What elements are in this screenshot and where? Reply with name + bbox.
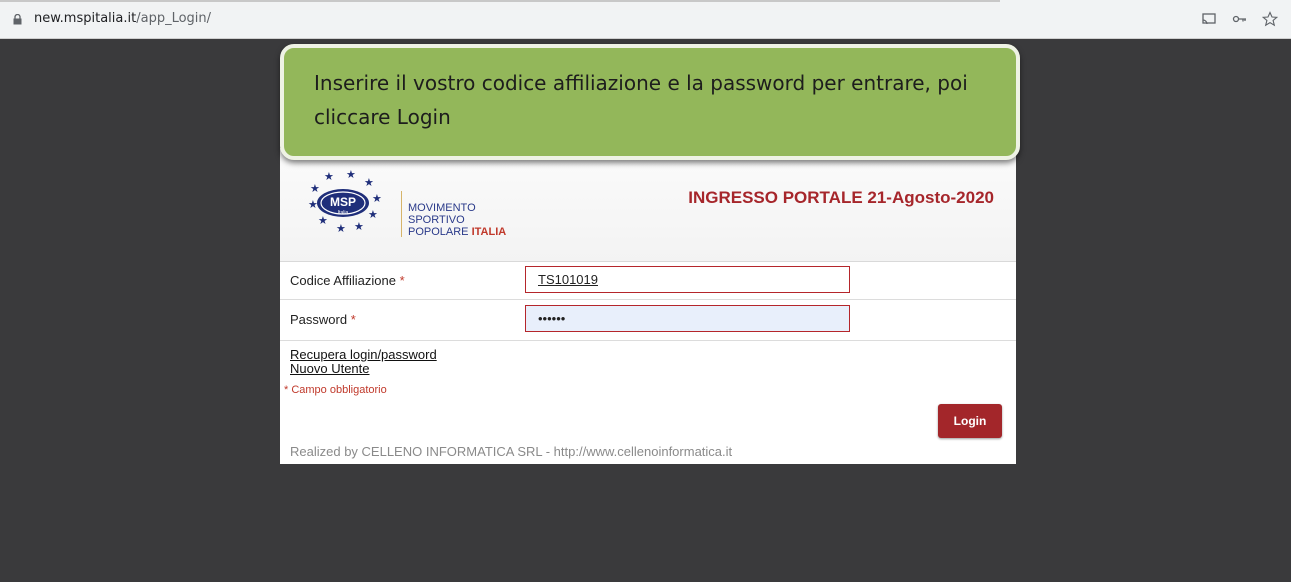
browser-address-bar[interactable]: new.mspitalia.it/app_Login/ [0, 0, 1291, 39]
org-line-3a: POPOLARE [408, 226, 472, 238]
svg-text:★: ★ [368, 209, 378, 221]
links: Recupera login/password Nuovo Utente [290, 348, 437, 376]
new-user-link[interactable]: Nuovo Utente [290, 362, 437, 376]
svg-text:★: ★ [346, 169, 356, 181]
svg-text:★: ★ [324, 171, 334, 183]
logo-divider [401, 191, 402, 237]
svg-text:★: ★ [336, 223, 346, 235]
login-panel: ★ ★ ★ ★ ★ ★ ★ ★ ★ ★ MSP Italia MOVIMENTO… [280, 148, 1016, 464]
footer-credit: Realized by CELLENO INFORMATICA SRL - ht… [290, 444, 733, 459]
portal-header: ★ ★ ★ ★ ★ ★ ★ ★ ★ ★ MSP Italia MOVIMENTO… [280, 148, 1016, 262]
svg-text:★: ★ [308, 199, 318, 211]
org-line-3b: ITALIA [471, 226, 507, 238]
codice-label: Codice Affiliazione * [290, 273, 405, 288]
org-line-2: SPORTIVO [408, 214, 465, 226]
key-icon[interactable] [1232, 11, 1248, 27]
svg-text:★: ★ [310, 183, 320, 195]
url-host: new.mspitalia.it [34, 11, 137, 26]
instruction-callout: Inserire il vostro codice affiliazione e… [280, 44, 1020, 160]
password-row: Password * •••••• [280, 300, 1016, 341]
recover-password-link[interactable]: Recupera login/password [290, 348, 437, 362]
mandatory-note: * Campo obbligatorio [284, 384, 387, 396]
codice-affiliazione-input[interactable]: TS101019 [525, 266, 850, 293]
password-label: Password * [290, 312, 356, 327]
star-icon[interactable] [1262, 11, 1278, 27]
login-button[interactable]: Login [938, 404, 1002, 438]
msp-logo-icon: ★ ★ ★ ★ ★ ★ ★ ★ ★ ★ MSP Italia [308, 169, 382, 235]
portal-title: INGRESSO PORTALE 21-Agosto-2020 [688, 188, 994, 207]
logo-text: MSP [330, 195, 356, 209]
org-name: MOVIMENTO SPORTIVO POPOLARE ITALIA [408, 202, 506, 238]
svg-text:★: ★ [354, 221, 364, 233]
svg-text:★: ★ [364, 177, 374, 189]
logo-sub: Italia [338, 210, 349, 216]
lock-icon[interactable] [13, 14, 22, 25]
cast-icon[interactable] [1201, 11, 1217, 27]
codice-row: Codice Affiliazione * TS101019 [280, 261, 1016, 300]
svg-text:★: ★ [372, 193, 382, 205]
org-line-1: MOVIMENTO [408, 202, 476, 214]
url-path: /app_Login/ [136, 11, 212, 26]
password-input[interactable]: •••••• [525, 305, 850, 332]
tab-strip-edge [0, 0, 1000, 2]
url-text[interactable]: new.mspitalia.it/app_Login/ [34, 11, 211, 26]
svg-text:★: ★ [318, 215, 328, 227]
